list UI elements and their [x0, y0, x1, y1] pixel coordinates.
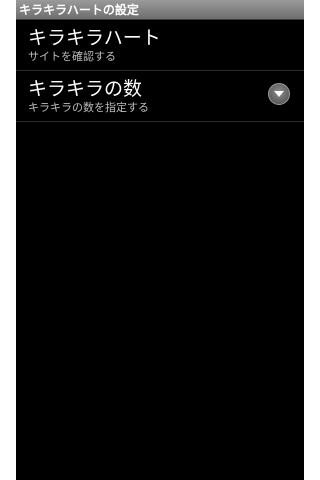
pref-title: キラキラハート — [28, 27, 161, 49]
settings-screen: キラキラハートの設定 キラキラハート サイトを確認する キラキラの数 キラキラの… — [16, 0, 304, 480]
pref-summary: キラキラの数を指定する — [28, 101, 149, 114]
title-bar: キラキラハートの設定 — [16, 0, 304, 20]
pref-summary: サイトを確認する — [28, 50, 116, 63]
chevron-down-icon[interactable] — [268, 83, 290, 105]
pref-title: キラキラの数 — [28, 78, 143, 100]
pref-item-kirakira-count[interactable]: キラキラの数 キラキラの数を指定する — [16, 71, 304, 122]
window-title: キラキラハートの設定 — [19, 3, 139, 17]
pref-item-kirakira-heart[interactable]: キラキラハート サイトを確認する — [16, 20, 304, 71]
